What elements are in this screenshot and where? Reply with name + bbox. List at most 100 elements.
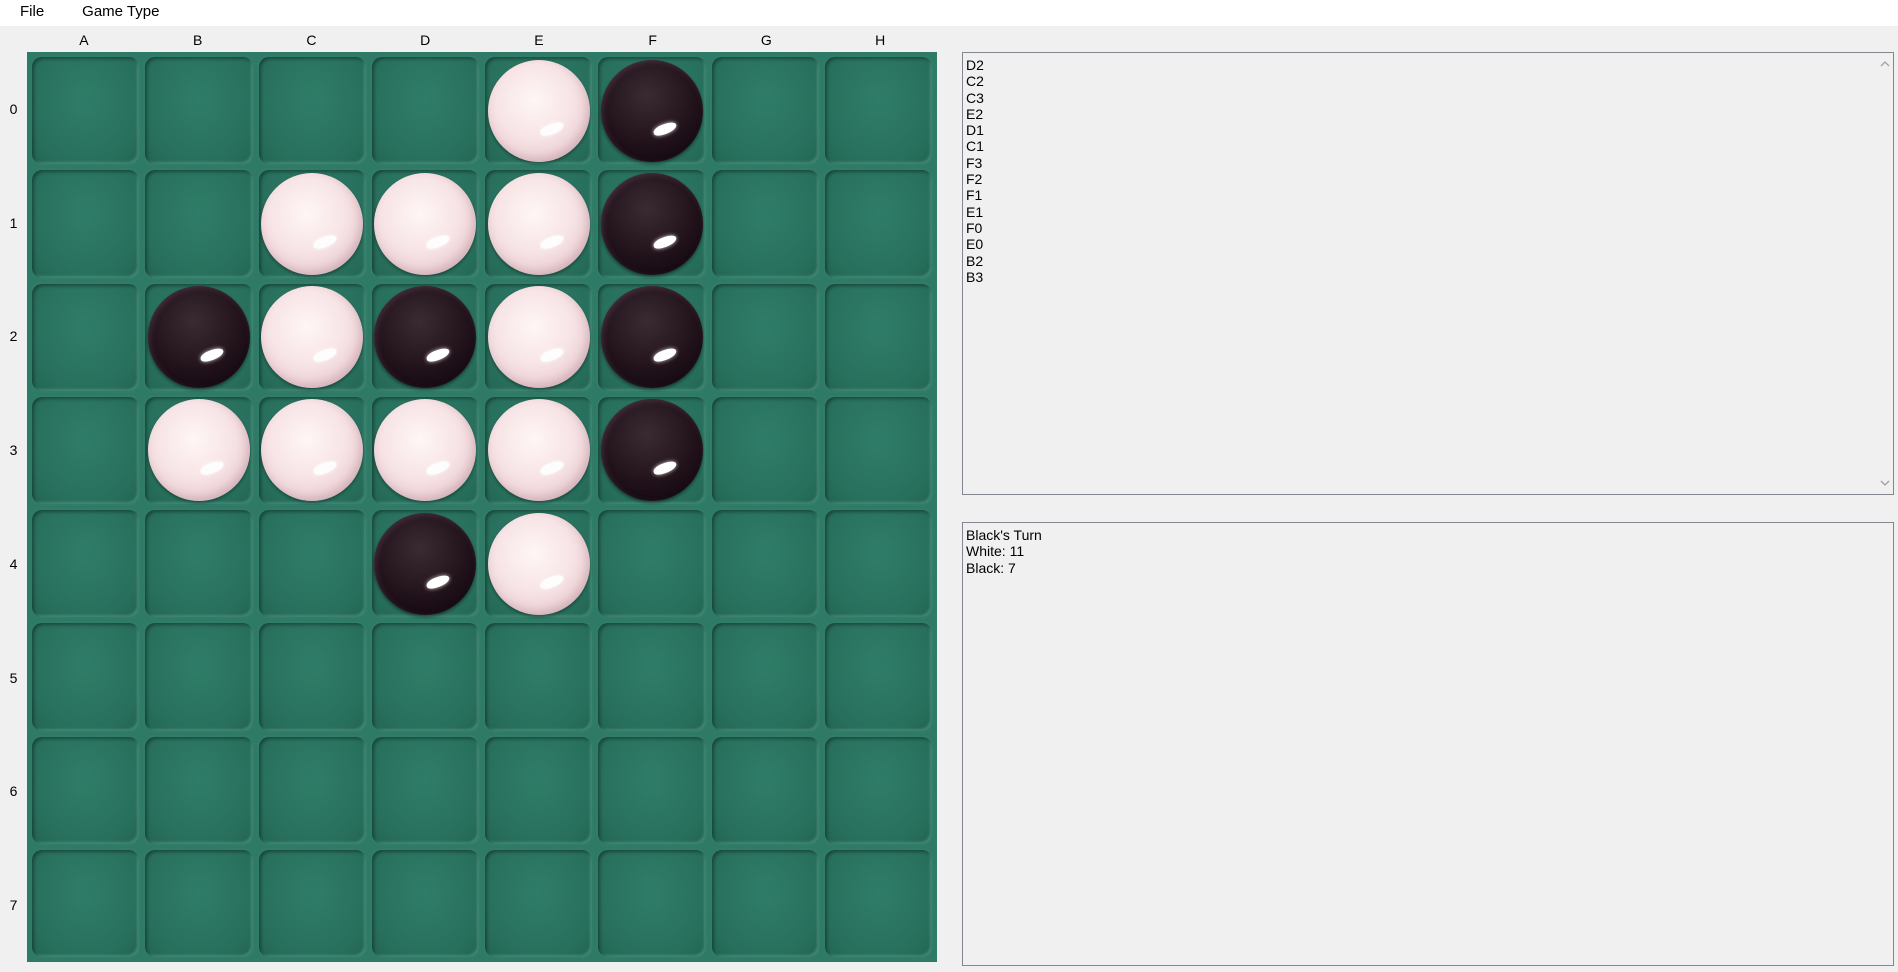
- board-cell-a1[interactable]: [32, 170, 140, 278]
- move-entry[interactable]: D2: [966, 57, 984, 73]
- board-cell-c4[interactable]: [258, 510, 366, 618]
- board-cell-b3[interactable]: [145, 396, 253, 504]
- board-cell-g2[interactable]: [711, 283, 819, 391]
- piece-highlight: [312, 459, 339, 477]
- board-cell-b2[interactable]: [145, 283, 253, 391]
- white-piece: [147, 399, 250, 502]
- row-label: 1: [9, 214, 18, 231]
- board-cell-a6[interactable]: [32, 736, 140, 844]
- board-cell-g3[interactable]: [711, 396, 819, 504]
- board-cell-h7[interactable]: [824, 849, 932, 957]
- board-cell-e2[interactable]: [485, 283, 593, 391]
- column-label: H: [875, 32, 886, 48]
- board-cell-e3[interactable]: [485, 396, 593, 504]
- row-label: 6: [9, 783, 18, 800]
- board-cell-g6[interactable]: [711, 736, 819, 844]
- move-entry[interactable]: E0: [966, 236, 984, 252]
- board-cell-a4[interactable]: [32, 510, 140, 618]
- move-entry[interactable]: F3: [966, 155, 984, 171]
- board-cell-g1[interactable]: [711, 170, 819, 278]
- board-cell-d4[interactable]: [371, 510, 479, 618]
- board-cell-c7[interactable]: [258, 849, 366, 957]
- board-cell-d5[interactable]: [371, 623, 479, 731]
- board-cell-f0[interactable]: [598, 57, 706, 165]
- white-piece: [487, 512, 590, 615]
- move-entry[interactable]: D1: [966, 122, 984, 138]
- board-cell-h3[interactable]: [824, 396, 932, 504]
- board-cell-e1[interactable]: [485, 170, 593, 278]
- board-cell-a3[interactable]: [32, 396, 140, 504]
- move-entry[interactable]: E2: [966, 106, 984, 122]
- board-cell-b7[interactable]: [145, 849, 253, 957]
- piece-highlight: [538, 573, 565, 591]
- board-cell-d7[interactable]: [371, 849, 479, 957]
- board-cell-e6[interactable]: [485, 736, 593, 844]
- board-cell-a2[interactable]: [32, 283, 140, 391]
- board-cell-c6[interactable]: [258, 736, 366, 844]
- board-cell-a5[interactable]: [32, 623, 140, 731]
- move-entry[interactable]: C3: [966, 90, 984, 106]
- board-cell-c3[interactable]: [258, 396, 366, 504]
- menu-file[interactable]: File: [11, 0, 53, 26]
- board-cell-f2[interactable]: [598, 283, 706, 391]
- move-history-scrollbar[interactable]: [1876, 53, 1893, 494]
- row-label: 3: [9, 442, 18, 459]
- board-cell-b4[interactable]: [145, 510, 253, 618]
- move-entry[interactable]: F2: [966, 171, 984, 187]
- chevron-up-icon[interactable]: [1876, 55, 1893, 72]
- board-cell-e7[interactable]: [485, 849, 593, 957]
- black-piece: [600, 286, 703, 389]
- piece-highlight: [425, 346, 452, 364]
- status-panel: Black's Turn White: 11 Black: 7: [962, 522, 1894, 966]
- board-cell-a7[interactable]: [32, 849, 140, 957]
- white-score: White: 11: [966, 543, 1025, 560]
- move-entry[interactable]: C1: [966, 138, 984, 154]
- board-cell-f5[interactable]: [598, 623, 706, 731]
- board-cell-d6[interactable]: [371, 736, 479, 844]
- board-cell-d3[interactable]: [371, 396, 479, 504]
- board-cell-h4[interactable]: [824, 510, 932, 618]
- board-cell-h0[interactable]: [824, 57, 932, 165]
- board-cell-b6[interactable]: [145, 736, 253, 844]
- move-history-list[interactable]: D2 C2 C3 E2 D1 C1 F3 F2 F1 E1 F0 E0 B2 B3: [962, 52, 1894, 495]
- board-cell-e5[interactable]: [485, 623, 593, 731]
- board-cell-f4[interactable]: [598, 510, 706, 618]
- move-entry[interactable]: E1: [966, 204, 984, 220]
- board-cell-c2[interactable]: [258, 283, 366, 391]
- move-entry[interactable]: C2: [966, 73, 984, 89]
- board-cell-c5[interactable]: [258, 623, 366, 731]
- board-cell-e0[interactable]: [485, 57, 593, 165]
- board-cell-b0[interactable]: [145, 57, 253, 165]
- board-cell-g5[interactable]: [711, 623, 819, 731]
- white-piece: [487, 399, 590, 502]
- board-cell-c0[interactable]: [258, 57, 366, 165]
- move-entry[interactable]: B3: [966, 269, 984, 285]
- board-cell-a0[interactable]: [32, 57, 140, 165]
- board-cell-d0[interactable]: [371, 57, 479, 165]
- board-cell-d1[interactable]: [371, 170, 479, 278]
- board-cell-b5[interactable]: [145, 623, 253, 731]
- board-cell-g0[interactable]: [711, 57, 819, 165]
- board-cell-c1[interactable]: [258, 170, 366, 278]
- board-cell-h2[interactable]: [824, 283, 932, 391]
- board-cell-h5[interactable]: [824, 623, 932, 731]
- board-cell-f1[interactable]: [598, 170, 706, 278]
- board-cell-b1[interactable]: [145, 170, 253, 278]
- board-cell-f6[interactable]: [598, 736, 706, 844]
- board-cell-g4[interactable]: [711, 510, 819, 618]
- chevron-down-icon[interactable]: [1876, 475, 1893, 492]
- board-cell-g7[interactable]: [711, 849, 819, 957]
- board-cell-e4[interactable]: [485, 510, 593, 618]
- piece-highlight: [651, 120, 678, 138]
- menu-game-type[interactable]: Game Type: [73, 0, 168, 26]
- board-cell-f3[interactable]: [598, 396, 706, 504]
- white-piece: [374, 172, 477, 275]
- move-entry[interactable]: F0: [966, 220, 984, 236]
- board-cell-h1[interactable]: [824, 170, 932, 278]
- board-cell-f7[interactable]: [598, 849, 706, 957]
- board-cell-d2[interactable]: [371, 283, 479, 391]
- move-entry[interactable]: B2: [966, 253, 984, 269]
- piece-highlight: [425, 573, 452, 591]
- board-cell-h6[interactable]: [824, 736, 932, 844]
- move-entry[interactable]: F1: [966, 187, 984, 203]
